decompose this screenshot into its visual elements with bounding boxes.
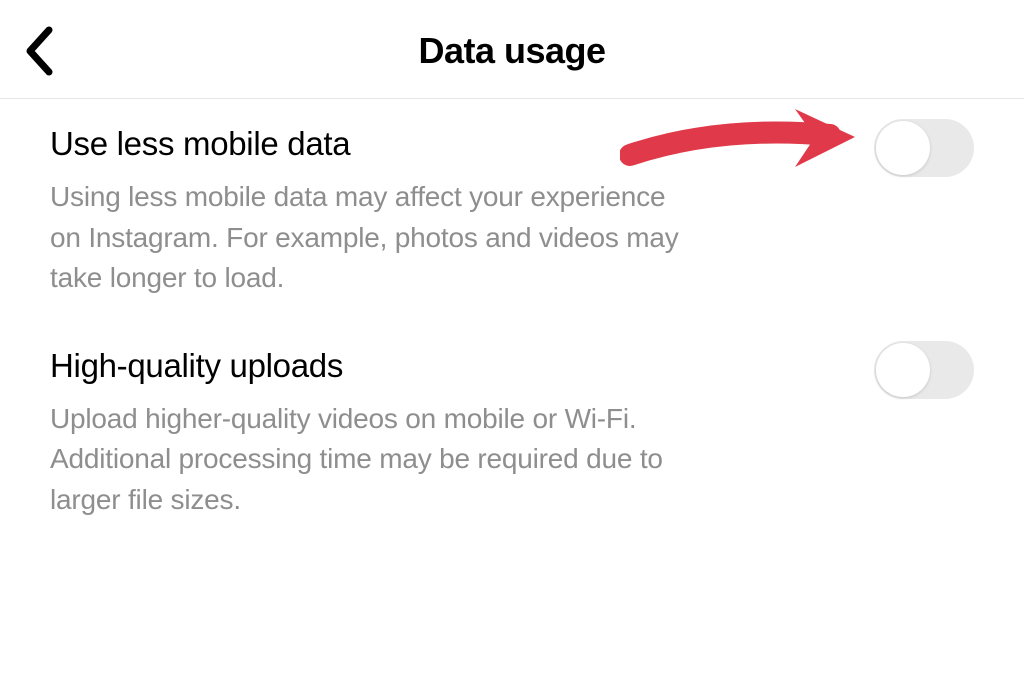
setting-high-quality-uploads: High-quality uploads Upload higher-quali… — [50, 347, 974, 521]
header: Data usage — [0, 0, 1024, 99]
page-title: Data usage — [30, 30, 994, 72]
setting-description: Using less mobile data may affect your e… — [50, 177, 690, 299]
setting-description: Upload higher-quality videos on mobile o… — [50, 399, 690, 521]
toggle-knob — [876, 121, 930, 175]
setting-use-less-mobile-data: Use less mobile data Using less mobile d… — [50, 125, 974, 299]
chevron-left-icon — [22, 24, 56, 78]
setting-text: High-quality uploads Upload higher-quali… — [50, 347, 690, 521]
setting-title: Use less mobile data — [50, 125, 690, 163]
toggle-high-quality-uploads[interactable] — [874, 341, 974, 399]
setting-title: High-quality uploads — [50, 347, 690, 385]
setting-text: Use less mobile data Using less mobile d… — [50, 125, 690, 299]
back-button[interactable] — [22, 24, 56, 78]
toggle-use-less-mobile-data[interactable] — [874, 119, 974, 177]
toggle-knob — [876, 343, 930, 397]
settings-content: Use less mobile data Using less mobile d… — [0, 99, 1024, 521]
